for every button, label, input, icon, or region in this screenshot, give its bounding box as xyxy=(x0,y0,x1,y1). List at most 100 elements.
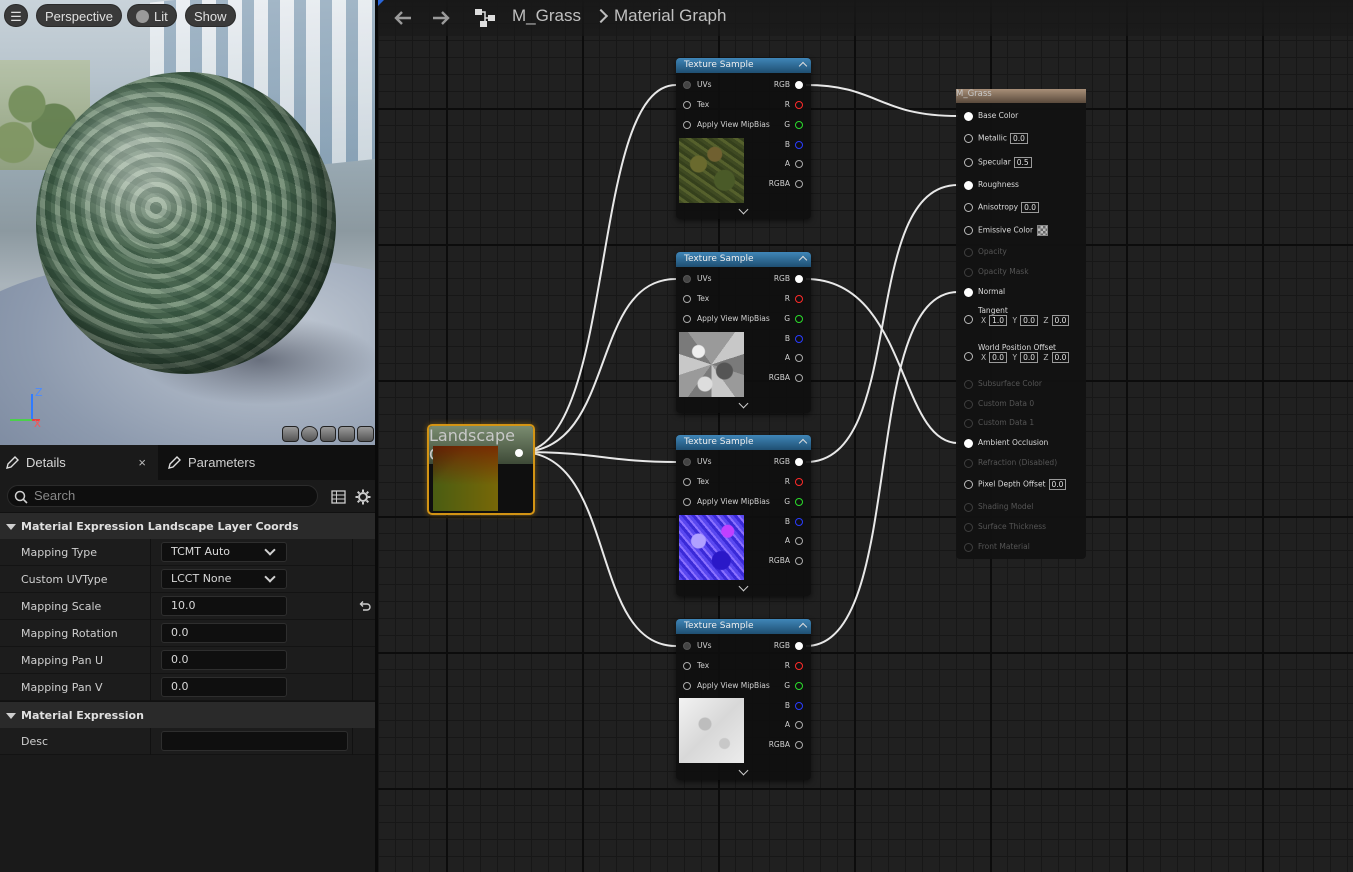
emissive-color-pin[interactable]: Emissive Color xyxy=(964,225,1049,236)
base-color-pin[interactable]: Base Color xyxy=(964,111,1018,121)
pdo-value[interactable]: 0.0 xyxy=(1048,479,1067,490)
viewport-menu-button[interactable]: ☰ xyxy=(4,4,28,27)
uvs-pin[interactable]: UVs xyxy=(683,457,712,466)
plane-preview-icon[interactable] xyxy=(319,426,337,442)
pixel-depth-offset-pin[interactable]: Pixel Depth Offset 0.0 xyxy=(964,479,1067,490)
wpo-x-value[interactable]: 0.0 xyxy=(989,352,1008,363)
g-pin[interactable]: G xyxy=(784,681,803,690)
lit-mode-button[interactable]: Lit xyxy=(127,4,177,27)
metallic-pin[interactable]: Metallic 0.0 xyxy=(964,133,1028,144)
texture-sample-node[interactable]: Texture Sample UVs Tex Apply View MipBia… xyxy=(676,619,811,780)
material-preview-viewport[interactable]: ☰ Perspective Lit Show Z X xyxy=(0,0,375,445)
rgba-pin[interactable]: RGBA xyxy=(769,179,803,188)
a-pin[interactable]: A xyxy=(785,159,803,168)
r-pin[interactable]: R xyxy=(785,477,803,486)
b-pin[interactable]: B xyxy=(785,517,803,526)
normal-pin[interactable]: Normal xyxy=(964,287,1005,297)
mapping-scale-field[interactable]: 10.0 xyxy=(161,596,287,616)
collapse-icon[interactable] xyxy=(798,622,808,632)
b-pin[interactable]: B xyxy=(785,701,803,710)
rgba-pin[interactable]: RGBA xyxy=(769,740,803,749)
output-pin[interactable] xyxy=(515,449,523,457)
mipbias-pin[interactable]: Apply View MipBias xyxy=(683,314,770,323)
breadcrumb-graph[interactable]: Material Graph xyxy=(614,6,726,26)
rgb-pin[interactable]: RGB xyxy=(774,641,803,650)
material-graph-canvas[interactable]: M_Grass Material Graph Landscape Coords … xyxy=(378,0,1353,872)
texture-sample-node[interactable]: Texture Sample UVs Tex Apply View MipBia… xyxy=(676,435,811,596)
table-view-icon[interactable] xyxy=(331,490,346,504)
breadcrumb-asset[interactable]: M_Grass xyxy=(512,6,581,26)
rgba-pin[interactable]: RGBA xyxy=(769,373,803,382)
tex-pin[interactable]: Tex xyxy=(683,477,709,486)
rgb-pin[interactable]: RGB xyxy=(774,80,803,89)
texture-sample-node[interactable]: Texture Sample UVs Tex Apply View MipBia… xyxy=(676,58,811,219)
gear-icon[interactable] xyxy=(355,489,371,505)
mapping-rotation-field[interactable]: 0.0 xyxy=(161,623,287,643)
specular-pin[interactable]: Specular 0.5 xyxy=(964,157,1032,168)
tangent-pin[interactable]: Tangent X 1.0 Y 0.0 Z 0.0 xyxy=(964,306,1070,326)
tex-pin[interactable]: Tex xyxy=(683,661,709,670)
rgb-pin[interactable]: RGB xyxy=(774,274,803,283)
b-pin[interactable]: B xyxy=(785,140,803,149)
arrow-left-icon[interactable] xyxy=(392,8,414,28)
tex-pin[interactable]: Tex xyxy=(683,294,709,303)
emissive-color-swatch[interactable] xyxy=(1037,225,1049,236)
tab-details[interactable]: Details × xyxy=(0,445,158,480)
material-result-node[interactable]: M_Grass Base Color Metallic 0.0 Specular 0… xyxy=(956,89,1086,559)
teapot-preview-icon[interactable] xyxy=(357,426,374,442)
rgba-pin[interactable]: RGBA xyxy=(769,556,803,565)
metallic-value[interactable]: 0.0 xyxy=(1010,133,1028,144)
sphere-preview-icon[interactable] xyxy=(300,426,318,442)
g-pin[interactable]: G xyxy=(784,120,803,129)
ambient-occlusion-pin[interactable]: Ambient Occlusion xyxy=(964,438,1048,448)
expand-icon[interactable] xyxy=(738,398,749,409)
mipbias-pin[interactable]: Apply View MipBias xyxy=(683,120,770,129)
g-pin[interactable]: G xyxy=(784,314,803,323)
search-input[interactable]: Search xyxy=(7,485,318,507)
b-pin[interactable]: B xyxy=(785,334,803,343)
mipbias-pin[interactable]: Apply View MipBias xyxy=(683,497,770,506)
tab-parameters[interactable]: Parameters xyxy=(162,445,255,480)
texture-sample-node[interactable]: Texture Sample UVs Tex Apply View MipBia… xyxy=(676,252,811,413)
collapse-icon[interactable] xyxy=(798,255,808,265)
uvs-pin[interactable]: UVs xyxy=(683,274,712,283)
cube-preview-icon[interactable] xyxy=(338,426,356,442)
roughness-pin[interactable]: Roughness xyxy=(964,180,1019,190)
collapse-icon[interactable] xyxy=(798,61,808,71)
a-pin[interactable]: A xyxy=(785,353,803,362)
anisotropy-value[interactable]: 0.0 xyxy=(1021,202,1040,213)
g-pin[interactable]: G xyxy=(784,497,803,506)
collapse-icon[interactable] xyxy=(798,438,808,448)
wpo-y-value[interactable]: 0.0 xyxy=(1020,352,1038,363)
section-material-expression[interactable]: Material Expression xyxy=(0,701,375,728)
expand-icon[interactable] xyxy=(738,765,749,776)
r-pin[interactable]: R xyxy=(785,100,803,109)
wpo-z-value[interactable]: 0.0 xyxy=(1051,352,1070,363)
custom-uvtype-dropdown[interactable]: LCCT None xyxy=(161,569,287,589)
cylinder-preview-icon[interactable] xyxy=(282,426,299,442)
show-button[interactable]: Show xyxy=(185,4,236,27)
tex-pin[interactable]: Tex xyxy=(683,100,709,109)
a-pin[interactable]: A xyxy=(785,720,803,729)
tangent-z-value[interactable]: 0.0 xyxy=(1051,315,1070,326)
mapping-pan-v-field[interactable]: 0.0 xyxy=(161,677,287,697)
world-position-offset-pin[interactable]: World Position Offset X 0.0 Y 0.0 Z 0.0 xyxy=(964,343,1070,363)
expand-icon[interactable] xyxy=(738,204,749,215)
specular-value[interactable]: 0.5 xyxy=(1013,157,1032,168)
tangent-x-value[interactable]: 1.0 xyxy=(989,315,1008,326)
perspective-button[interactable]: Perspective xyxy=(36,4,122,27)
r-pin[interactable]: R xyxy=(785,294,803,303)
landscape-coords-node[interactable]: Landscape Coords xyxy=(427,424,535,515)
anisotropy-pin[interactable]: Anisotropy 0.0 xyxy=(964,202,1040,213)
rgb-pin[interactable]: RGB xyxy=(774,457,803,466)
expand-icon[interactable] xyxy=(738,581,749,592)
mapping-type-dropdown[interactable]: TCMT Auto xyxy=(161,542,287,562)
uvs-pin[interactable]: UVs xyxy=(683,641,712,650)
close-icon[interactable]: × xyxy=(138,445,146,480)
uvs-pin[interactable]: UVs xyxy=(683,80,712,89)
arrow-right-icon[interactable] xyxy=(430,8,452,28)
tangent-y-value[interactable]: 0.0 xyxy=(1020,315,1038,326)
section-landscape-layer-coords[interactable]: Material Expression Landscape Layer Coor… xyxy=(0,512,375,539)
mipbias-pin[interactable]: Apply View MipBias xyxy=(683,681,770,690)
desc-field[interactable] xyxy=(161,731,348,751)
